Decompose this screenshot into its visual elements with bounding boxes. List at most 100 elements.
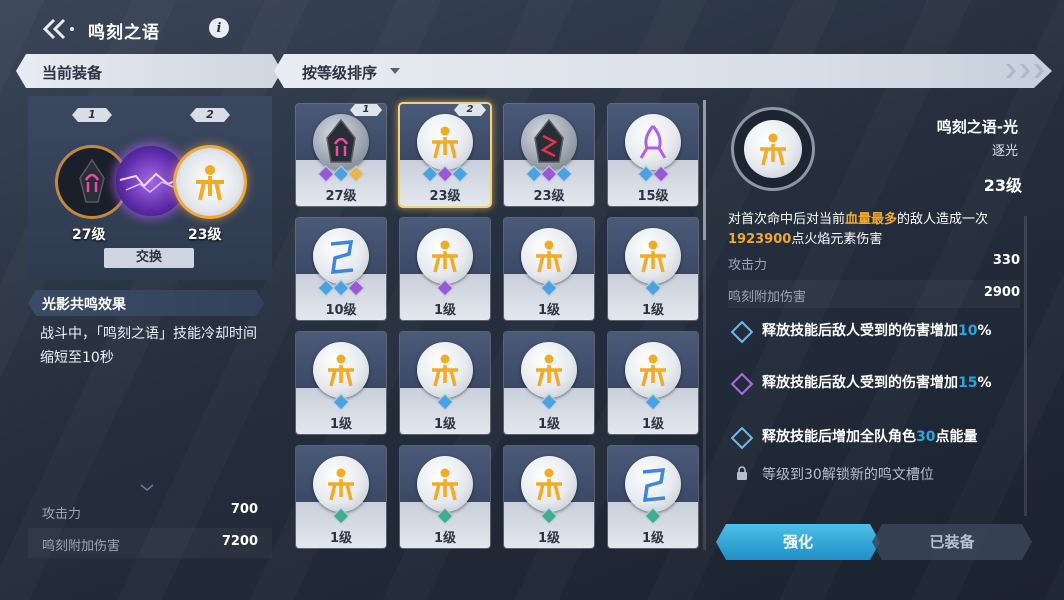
rune-card[interactable]: 10级 (296, 218, 386, 320)
rune-level: 1级 (537, 531, 561, 546)
rune-orb (625, 456, 681, 512)
left-stat-extra-damage: 鸣刻附加伤害 7200 (28, 528, 272, 558)
diamond-icon (730, 426, 754, 450)
effect-post: 点能量 (935, 429, 978, 445)
gold-rune-icon (432, 354, 458, 387)
gold-rune-icon (432, 126, 458, 159)
blue-gem-icon (540, 393, 558, 411)
rune-orb (417, 114, 473, 170)
rune-level: 1级 (641, 531, 665, 546)
gold-rune-icon (536, 354, 562, 387)
gold-rune-icon (536, 240, 562, 273)
effect-pre: 释放技能后敌人受到的伤害增加 (762, 375, 958, 391)
rune-card[interactable]: 1级 (400, 218, 490, 320)
effect-pre: 释放技能后敌人受到的伤害增加 (762, 323, 958, 339)
enhance-button[interactable]: 强化 (716, 524, 880, 560)
rune-level: 1级 (537, 417, 561, 432)
dark-red-rune-icon (534, 118, 564, 163)
equip-slot-badge: 2 (454, 104, 486, 116)
rune-level: 1级 (537, 303, 561, 318)
chevron-right-icon (1034, 64, 1044, 78)
blue-gem-icon (637, 165, 654, 183)
rune-level: 1级 (433, 417, 457, 432)
grid-scroll-thumb[interactable] (703, 100, 706, 240)
blue-gem-icon (540, 279, 558, 297)
detail-stat-attack: 攻击力 330 (728, 248, 1020, 276)
back-button[interactable] (40, 16, 80, 42)
rune-card[interactable]: 2 23级 (400, 104, 490, 206)
rune-level: 23级 (533, 189, 565, 204)
stat-value: 330 (992, 253, 1020, 268)
rune-card[interactable]: 1级 (296, 332, 386, 434)
rune-card[interactable]: 23级 (504, 104, 594, 206)
gem-slots (504, 165, 594, 183)
light-rune-icon (760, 133, 786, 166)
effect-pre: 释放技能后增加全队角色 (762, 429, 916, 445)
rune-level: 1级 (433, 531, 457, 546)
sort-caret-icon[interactable] (390, 68, 400, 74)
slot-2-rune[interactable] (176, 148, 244, 216)
rune-card[interactable]: 1级 (504, 332, 594, 434)
rune-card[interactable]: 1级 (608, 332, 698, 434)
gem-slots (400, 507, 490, 525)
rune-orb (313, 228, 369, 284)
effect-number: 30 (916, 429, 936, 445)
effect-text: 释放技能后敌人受到的伤害增加15% (762, 372, 1022, 394)
info-icon[interactable]: i (209, 18, 229, 38)
slot-2-badge: 2 (190, 108, 230, 122)
gem-slots (608, 165, 698, 183)
purple-rune-icon (639, 125, 667, 159)
rune-card[interactable]: 1级 (400, 332, 490, 434)
effect-text: 释放技能后增加全队角色30点能量 (762, 426, 1022, 448)
rune-card[interactable]: 1级 (504, 218, 594, 320)
rune-level: 1级 (641, 303, 665, 318)
current-equipment-label: 当前装备 (42, 64, 103, 82)
gem-slots (400, 165, 490, 183)
gold-rune-icon (640, 240, 666, 273)
gold-rune-icon (328, 354, 354, 387)
desc-text: 对首次命中后对当前 (728, 212, 846, 227)
sort-dropdown[interactable]: 按等级排序 (302, 62, 377, 83)
rune-orb (521, 114, 577, 170)
rune-card[interactable]: 1 27级 (296, 104, 386, 206)
blue-rune-icon (642, 468, 666, 502)
gold-rune-icon (328, 468, 354, 501)
green-gem-icon (644, 507, 662, 525)
swap-button[interactable]: 交换 (104, 248, 194, 268)
rune-level: 1级 (329, 417, 353, 432)
effect-post: % (977, 323, 992, 339)
detail-stat-extra-damage: 鸣刻附加伤害 2900 (728, 280, 1020, 308)
purple-gem-icon (436, 279, 454, 297)
rune-card[interactable]: 15级 (608, 104, 698, 206)
chevron-right-icon (1020, 64, 1030, 78)
rune-card[interactable]: 1级 (608, 446, 698, 548)
rune-orb (521, 228, 577, 284)
gold-rune-icon (536, 468, 562, 501)
rune-level: 1级 (329, 531, 353, 546)
resonance-description: 战斗中，「鸣刻之语」技能冷却时间缩短至10秒 (40, 326, 257, 366)
rune-card[interactable]: 1级 (400, 446, 490, 548)
blue-gem-icon (436, 393, 454, 411)
desc-highlight: 血量最多 (845, 212, 898, 227)
rune-orb (417, 342, 473, 398)
rune-card[interactable]: 1级 (504, 446, 594, 548)
stat-name: 鸣刻附加伤害 (42, 539, 121, 554)
gem-slots (296, 165, 386, 183)
rune-orb (625, 342, 681, 398)
gold-rune-icon (432, 468, 458, 501)
rune-orb (521, 456, 577, 512)
effect-post: % (977, 375, 992, 391)
detail-scrollbar[interactable] (1024, 216, 1027, 516)
rune-grid: 1 27级 2 23级 23级 15级 10级 1级 1级 1级 1级 1级 1级 1级 1级 1级 1级 1级 (296, 104, 700, 550)
rune-orb (313, 114, 369, 170)
slot-2-level: 23级 (188, 227, 222, 243)
lock-text: 等级到30解锁新的鸣文槽位 (762, 467, 934, 483)
rune-card[interactable]: 1级 (296, 446, 386, 548)
rune-card[interactable]: 1级 (608, 218, 698, 320)
rune-level: 10级 (325, 303, 357, 318)
blue-gem-icon (644, 279, 662, 297)
rune-level: 23级 (429, 189, 461, 204)
equipped-button[interactable]: 已装备 (872, 524, 1032, 560)
effect-number: 15 (958, 375, 978, 391)
sort-header: 按等级排序 (274, 54, 1052, 88)
